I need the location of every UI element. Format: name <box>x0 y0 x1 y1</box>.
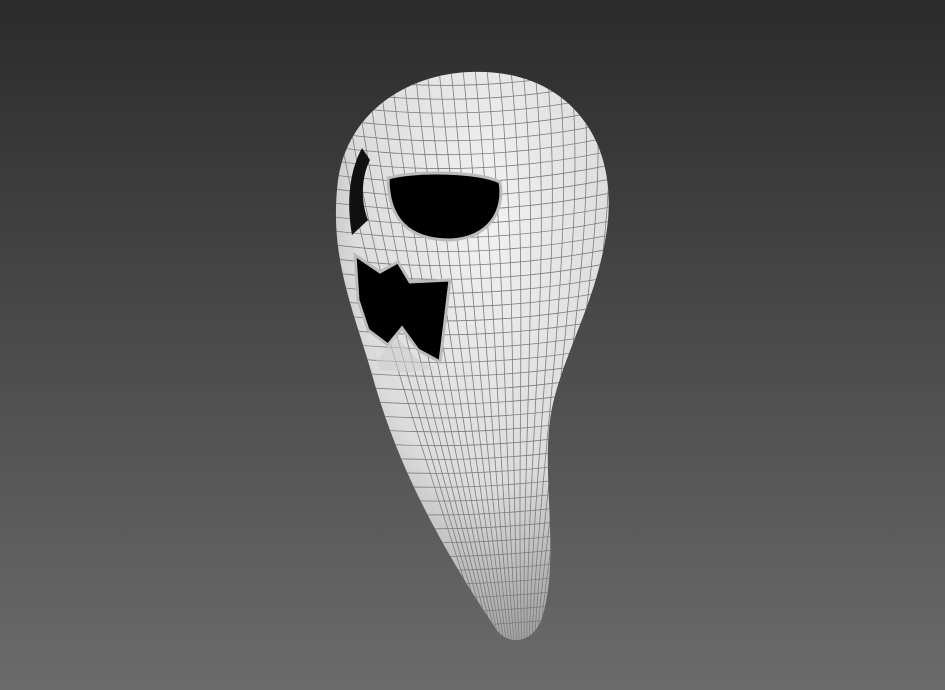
3d-viewport[interactable] <box>0 0 945 690</box>
